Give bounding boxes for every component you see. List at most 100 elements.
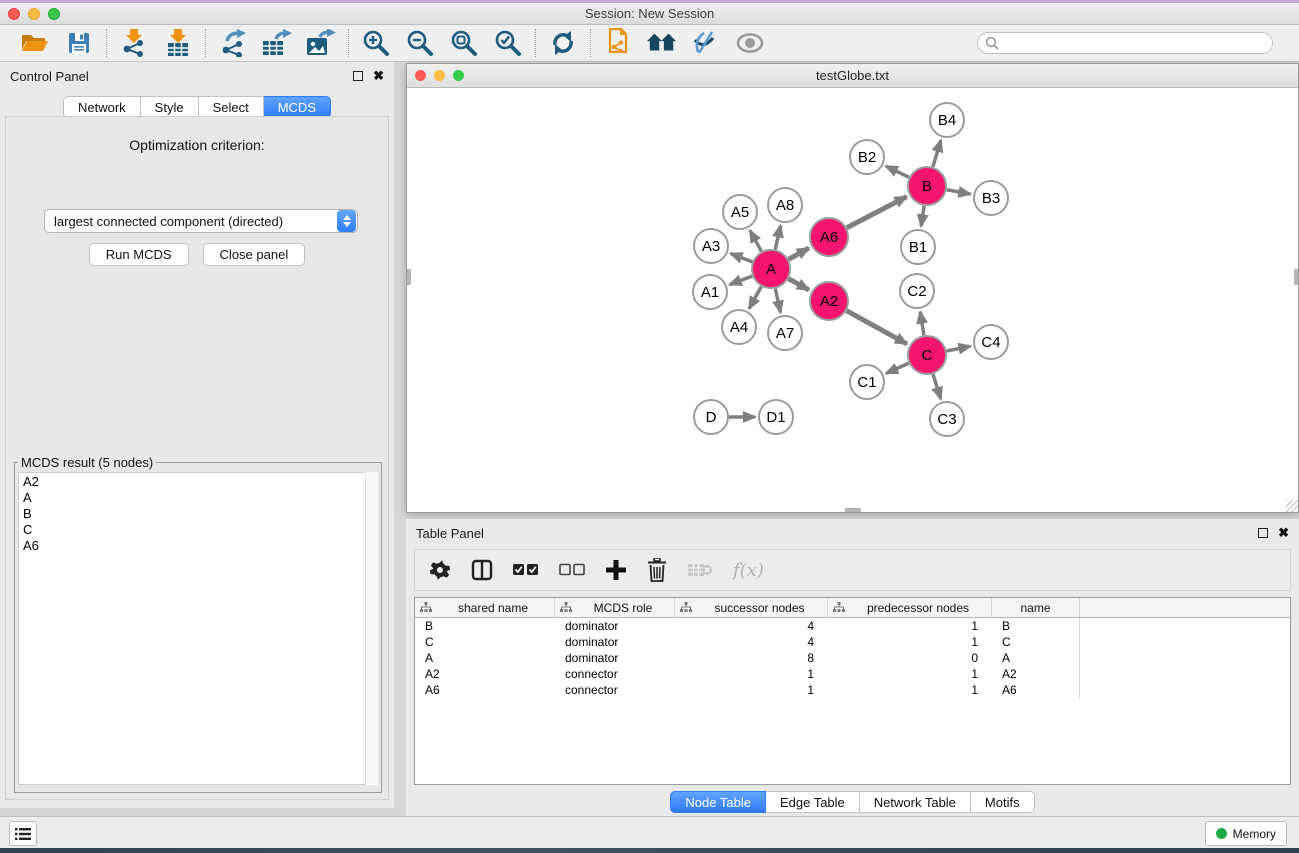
graph-edge-C-C2[interactable] bbox=[920, 312, 924, 335]
graph-edge-C-C1[interactable] bbox=[886, 363, 909, 373]
list-item[interactable]: A bbox=[19, 489, 377, 505]
graph-edge-A-A6[interactable] bbox=[789, 248, 809, 259]
list-item[interactable]: A6 bbox=[19, 537, 377, 553]
mcds-result-list[interactable]: A2 A B C A6 bbox=[18, 472, 378, 785]
tab-network[interactable]: Network bbox=[63, 96, 141, 118]
zoom-fit-icon[interactable] bbox=[449, 28, 479, 58]
graph-node-label-A8: A8 bbox=[776, 197, 794, 214]
graph-edge-A-A1[interactable] bbox=[730, 276, 753, 285]
import-network-icon[interactable] bbox=[119, 28, 149, 58]
bottom-resize-grip[interactable] bbox=[845, 508, 861, 512]
delete-column-trash-icon[interactable] bbox=[647, 558, 667, 582]
task-history-button[interactable] bbox=[9, 821, 37, 846]
tab-motifs[interactable]: Motifs bbox=[971, 791, 1035, 813]
table-header-row: shared name MCDS role successor nodes pr… bbox=[415, 598, 1290, 618]
clone-network-icon[interactable] bbox=[603, 28, 633, 58]
table-toolbar: f(x) bbox=[414, 549, 1291, 591]
graph-node-label-D: D bbox=[706, 409, 717, 426]
network-window-titlebar[interactable]: testGlobe.txt bbox=[407, 64, 1298, 88]
unselect-all-icon[interactable] bbox=[559, 563, 585, 577]
tab-select[interactable]: Select bbox=[199, 96, 264, 118]
corner-resize-grip[interactable] bbox=[1286, 500, 1298, 512]
graph-node-label-A2: A2 bbox=[820, 293, 838, 310]
float-panel-icon[interactable] bbox=[353, 71, 363, 81]
column-header-successor-nodes[interactable]: successor nodes bbox=[675, 598, 828, 617]
graph-edge-A-A2[interactable] bbox=[789, 279, 809, 290]
table-row[interactable]: Bdominator41B bbox=[415, 618, 1290, 634]
graph-edge-B-B4[interactable] bbox=[933, 140, 941, 167]
tab-style[interactable]: Style bbox=[141, 96, 199, 118]
function-builder-icon: f(x) bbox=[733, 560, 764, 581]
list-icon bbox=[15, 827, 31, 841]
table-row[interactable]: A6connector11A6 bbox=[415, 682, 1290, 698]
graph-edge-A2-C[interactable] bbox=[847, 311, 907, 344]
graph-edge-A-A3[interactable] bbox=[731, 254, 753, 262]
left-resize-grip[interactable] bbox=[407, 269, 411, 285]
result-list-scrollbar[interactable] bbox=[365, 472, 378, 785]
graph-edge-C-C4[interactable] bbox=[947, 346, 971, 351]
graph-node-label-D1: D1 bbox=[766, 409, 785, 426]
network-canvas[interactable]: B4B2BB3A8A5A6A3B1AA1C2A2A4A7C4CC1C3DD1 bbox=[407, 88, 1298, 512]
table-row[interactable]: Adominator80A bbox=[415, 650, 1290, 666]
search-input[interactable] bbox=[999, 36, 1249, 50]
graph-edge-A6-B[interactable] bbox=[847, 197, 907, 228]
list-item[interactable]: A2 bbox=[19, 473, 377, 489]
node-table[interactable]: shared name MCDS role successor nodes pr… bbox=[414, 597, 1291, 785]
show-all-eye-icon[interactable] bbox=[735, 28, 765, 58]
mcds-result-title: MCDS result (5 nodes) bbox=[18, 455, 156, 470]
graph-node-label-B1: B1 bbox=[909, 239, 927, 256]
tab-mcds[interactable]: MCDS bbox=[264, 96, 331, 118]
close-panel-button[interactable]: Close panel bbox=[203, 243, 306, 266]
graph-edge-B-B2[interactable] bbox=[886, 166, 909, 177]
zoom-in-icon[interactable] bbox=[361, 28, 391, 58]
column-header-predecessor-nodes[interactable]: predecessor nodes bbox=[828, 598, 992, 617]
graph-edge-B-B3[interactable] bbox=[947, 190, 971, 194]
tab-network-table[interactable]: Network Table bbox=[860, 791, 971, 813]
hide-selected-icon[interactable] bbox=[691, 28, 721, 58]
workspace: Control Panel ✖ Network Style Select MCD… bbox=[0, 62, 1299, 816]
graph-edge-A-A7[interactable] bbox=[775, 289, 780, 313]
column-header-name[interactable]: name bbox=[992, 598, 1080, 617]
table-settings-gear-icon[interactable] bbox=[429, 559, 451, 581]
graph-edge-A-A4[interactable] bbox=[749, 287, 761, 309]
search-field[interactable] bbox=[977, 32, 1273, 54]
go-home-icon[interactable] bbox=[647, 28, 677, 58]
tab-node-table[interactable]: Node Table bbox=[670, 791, 766, 813]
graph-node-label-C4: C4 bbox=[981, 334, 1000, 351]
window-titlebar: Session: New Session bbox=[0, 3, 1299, 25]
list-item[interactable]: C bbox=[19, 521, 377, 537]
export-table-icon[interactable] bbox=[262, 28, 292, 58]
open-session-icon[interactable] bbox=[20, 28, 50, 58]
graph-edge-C-C3[interactable] bbox=[933, 374, 941, 399]
close-table-panel-icon[interactable]: ✖ bbox=[1278, 528, 1289, 538]
graph-edge-B-B1[interactable] bbox=[921, 206, 924, 226]
column-header-shared-name[interactable]: shared name bbox=[415, 598, 555, 617]
network-view-window: testGlobe.txt B4B2BB3A8A5A6A3B1AA1C2A2A4… bbox=[406, 63, 1299, 513]
graph-node-label-B4: B4 bbox=[938, 112, 956, 129]
zoom-selected-icon[interactable] bbox=[493, 28, 523, 58]
export-network-icon[interactable] bbox=[218, 28, 248, 58]
tab-edge-table[interactable]: Edge Table bbox=[766, 791, 860, 813]
refresh-layout-icon[interactable] bbox=[548, 28, 578, 58]
add-column-icon[interactable] bbox=[605, 559, 627, 581]
zoom-out-icon[interactable] bbox=[405, 28, 435, 58]
import-table-icon[interactable] bbox=[163, 28, 193, 58]
list-item[interactable]: B bbox=[19, 505, 377, 521]
memory-button[interactable]: Memory bbox=[1205, 821, 1287, 846]
float-table-panel-icon[interactable] bbox=[1258, 528, 1268, 538]
column-header-mcds-role[interactable]: MCDS role bbox=[555, 598, 675, 617]
show-columns-icon[interactable] bbox=[471, 559, 493, 581]
select-all-icon[interactable] bbox=[513, 563, 539, 577]
table-row[interactable]: Cdominator41C bbox=[415, 634, 1290, 650]
export-image-icon[interactable] bbox=[306, 28, 336, 58]
graph-edge-A-A5[interactable] bbox=[750, 230, 761, 251]
save-session-icon[interactable] bbox=[64, 28, 94, 58]
right-resize-grip[interactable] bbox=[1294, 269, 1298, 285]
network-graph[interactable]: B4B2BB3A8A5A6A3B1AA1C2A2A4A7C4CC1C3DD1 bbox=[407, 88, 1298, 512]
run-mcds-button[interactable]: Run MCDS bbox=[89, 243, 189, 266]
optimization-criterion-select[interactable]: largest connected component (directed) bbox=[44, 209, 358, 233]
main-toolbar bbox=[0, 25, 1299, 62]
table-row[interactable]: A2connector11A2 bbox=[415, 666, 1290, 682]
graph-edge-A-A8[interactable] bbox=[775, 226, 780, 250]
close-panel-icon[interactable]: ✖ bbox=[373, 71, 384, 81]
